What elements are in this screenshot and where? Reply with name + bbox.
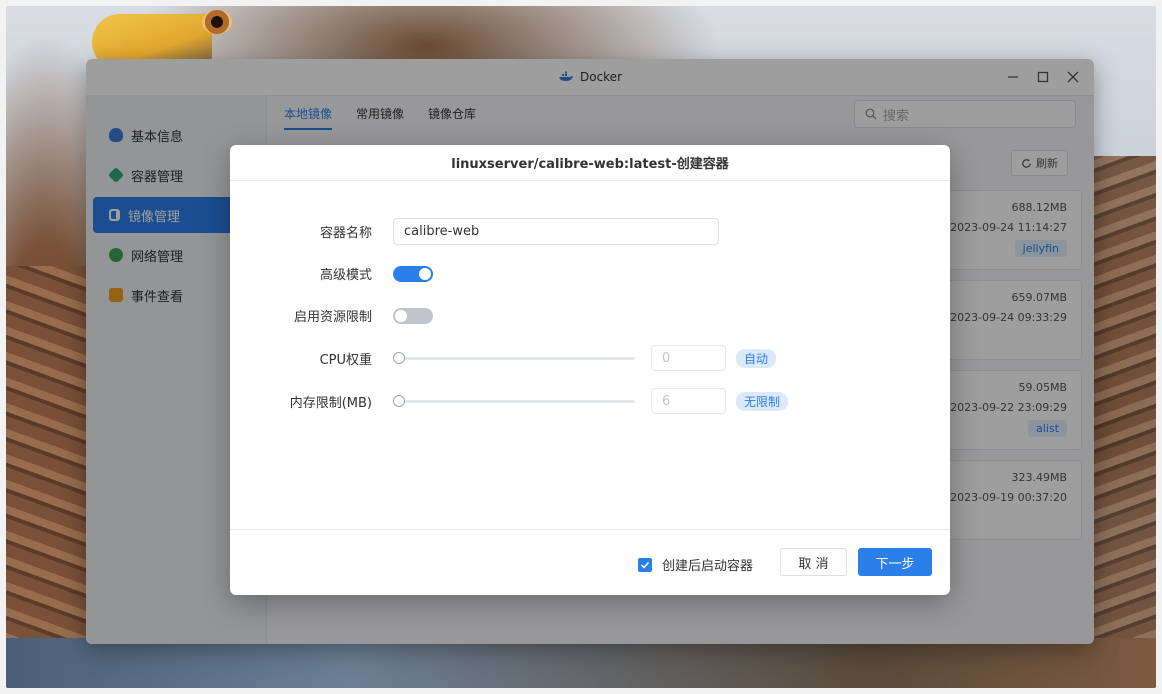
resource-limit-label: 启用资源限制	[293, 310, 372, 325]
dialog-footer: 创建后启动容器 取 消 下一步	[230, 529, 950, 595]
dialog-title: linuxserver/calibre-web:latest-创建容器	[230, 145, 950, 181]
eagle-eye	[202, 10, 232, 34]
cpu-weight-row: CPU权重 0 自动	[230, 345, 777, 371]
memory-limit-label: 内存限制(MB)	[289, 395, 372, 411]
resource-limit-toggle[interactable]	[393, 307, 433, 324]
autostart-label: 创建后启动容器	[662, 559, 754, 574]
next-button[interactable]: 下一步	[858, 548, 932, 576]
advanced-mode-toggle[interactable]	[393, 265, 433, 282]
advanced-mode-row: 高级模式	[230, 264, 433, 283]
resource-limit-row: 启用资源限制	[230, 306, 433, 325]
cpu-weight-label: CPU权重	[319, 352, 372, 368]
slider-handle[interactable]	[393, 395, 405, 407]
container-name-row: 容器名称 calibre-web	[230, 218, 719, 245]
container-name-label: 容器名称	[319, 226, 372, 241]
memory-limit-input[interactable]: 6	[651, 388, 726, 414]
memory-limit-slider[interactable]	[393, 395, 635, 407]
container-name-input[interactable]: calibre-web	[393, 218, 719, 245]
checkmark-icon[interactable]	[638, 557, 652, 572]
memory-limit-row: 内存限制(MB) 6 无限制	[230, 388, 789, 414]
cancel-button[interactable]: 取 消	[780, 548, 847, 576]
advanced-mode-label: 高级模式	[319, 268, 372, 283]
cpu-auto-badge: 自动	[736, 348, 777, 368]
memory-unlimited-badge: 无限制	[736, 391, 789, 411]
cpu-weight-slider[interactable]	[393, 352, 635, 364]
slider-handle[interactable]	[393, 352, 405, 364]
create-container-dialog: linuxserver/calibre-web:latest-创建容器 容器名称…	[230, 145, 950, 595]
wallpaper-bottom	[6, 638, 1156, 688]
cpu-weight-input[interactable]: 0	[651, 345, 726, 371]
autostart-checkbox[interactable]: 创建后启动容器	[638, 555, 753, 574]
eagle-feathers-left	[6, 266, 86, 646]
